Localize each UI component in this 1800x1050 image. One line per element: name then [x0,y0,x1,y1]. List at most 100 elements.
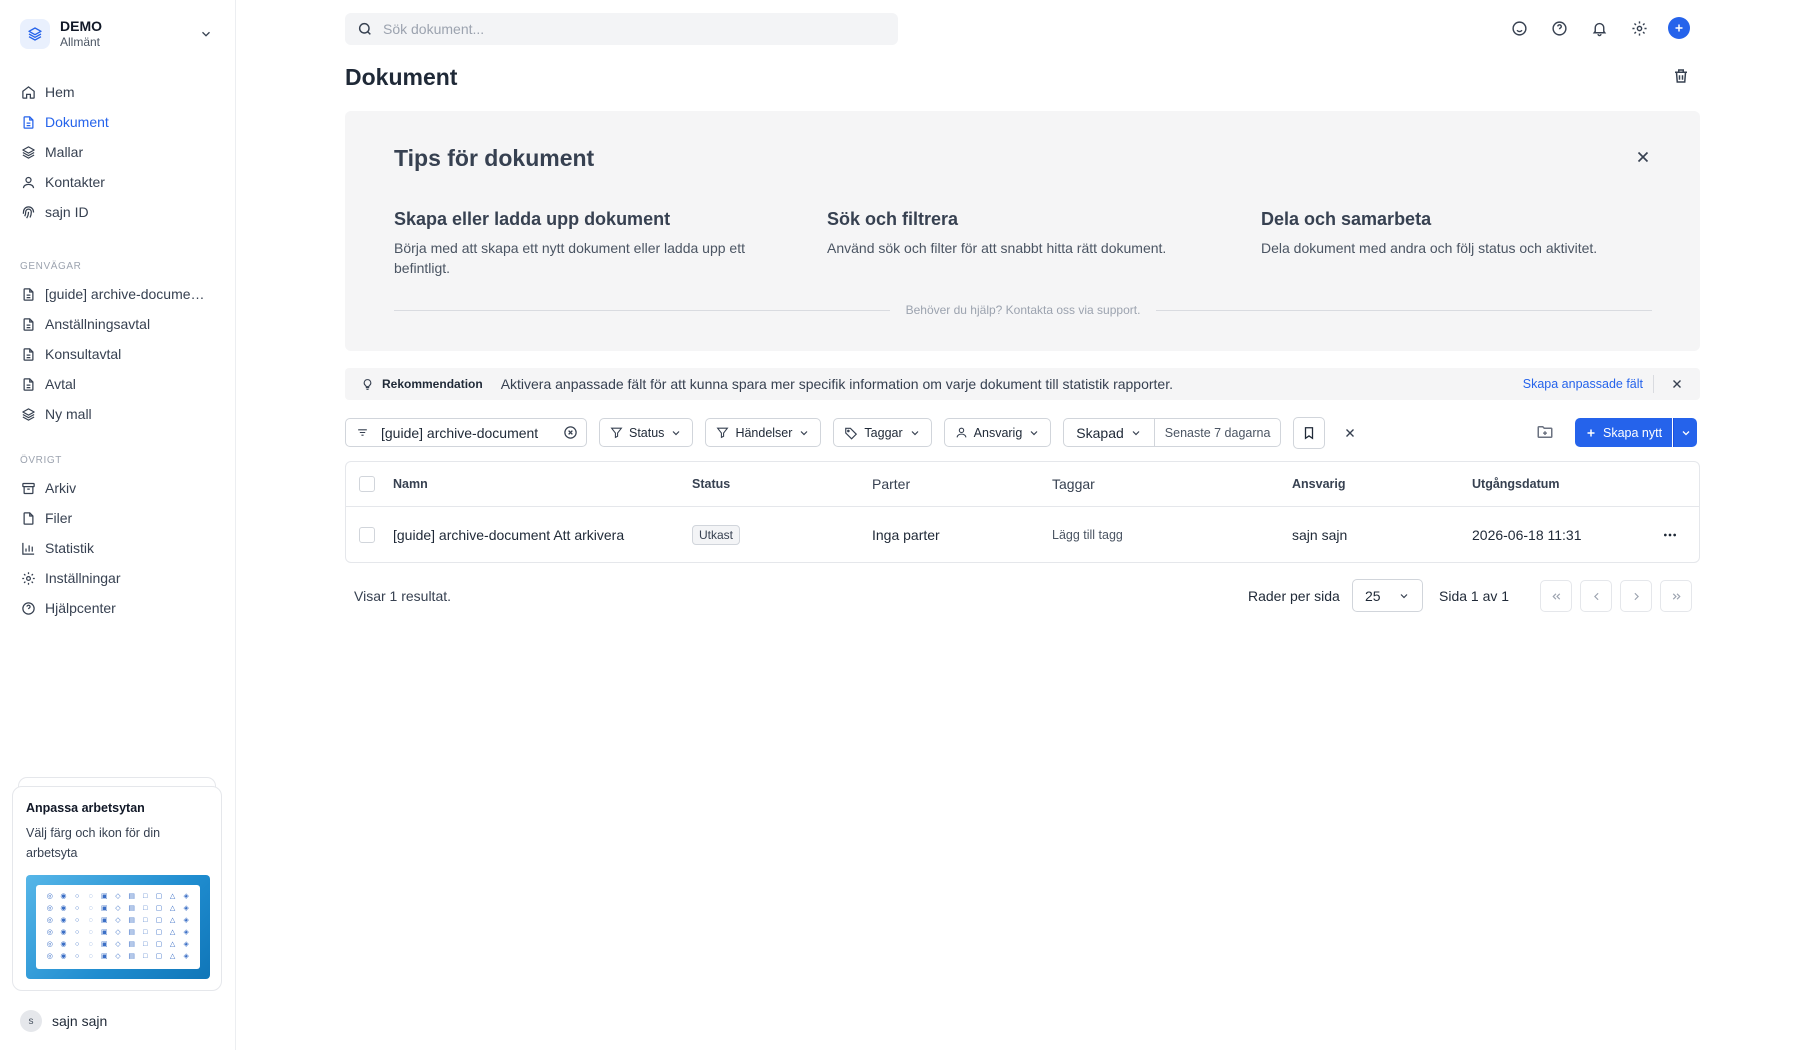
palette-glyph-icon: △ [169,917,176,924]
palette-glyph-icon: ◇ [115,917,121,924]
chevron-down-icon [1028,427,1040,439]
create-new-button[interactable]: Skapa nytt [1575,418,1673,447]
plus-icon [1585,427,1597,439]
first-page-button[interactable] [1540,580,1572,612]
palette-glyph-icon: ◈ [183,905,189,912]
column-header-parties[interactable]: Parter [872,462,910,506]
palette-glyph-icon: ◈ [183,929,189,936]
workspace-switcher[interactable]: DEMO Allmänt [20,16,216,52]
close-icon[interactable] [1634,148,1652,166]
trash-icon[interactable] [1672,67,1690,85]
select-all-cell [359,462,375,506]
column-header-name[interactable]: Namn [393,462,428,506]
chevrons-right-icon [1670,590,1683,603]
row-checkbox[interactable] [359,527,375,543]
chevron-down-icon [196,24,216,44]
close-icon[interactable] [1670,377,1684,391]
palette-glyph-icon: ▤ [128,953,135,960]
more-horizontal-icon[interactable] [1662,527,1678,543]
document-name[interactable]: [guide] archive-document Att arkivera [393,507,624,563]
sidebar-item-shortcut[interactable]: [guide] archive-docume… [20,279,220,309]
search-bar[interactable] [345,13,898,45]
created-range-filter[interactable]: Senaste 7 dagarna [1154,418,1282,447]
palette-glyph-icon: ▣ [101,917,108,924]
rows-per-page-select[interactable]: 25 [1352,579,1423,612]
recommendation-label: Rekommendation [382,377,483,391]
palette-glyph-icon: ▤ [128,941,135,948]
recommendation-banner: Rekommendation Aktivera anpassade fält f… [345,368,1700,400]
create-custom-fields-link[interactable]: Skapa anpassade fält [1523,377,1643,391]
column-header-responsible[interactable]: Ansvarig [1292,462,1346,506]
last-page-button[interactable] [1660,580,1692,612]
sidebar-item-shortcut[interactable]: Ny mall [20,399,220,429]
search-input[interactable] [383,21,898,37]
sidebar-item-contacts[interactable]: Kontakter [20,167,220,197]
folder-icon[interactable] [1536,423,1554,441]
select-all-checkbox[interactable] [359,476,375,492]
chevron-right-icon [1630,590,1643,603]
column-header-status[interactable]: Status [692,462,730,506]
sidebar-item-templates[interactable]: Mallar [20,137,220,167]
sidebar-item-settings[interactable]: Inställningar [20,563,220,593]
sidebar-item-sajn-id[interactable]: sajn ID [20,197,220,227]
sidebar-item-archive[interactable]: Arkiv [20,473,220,503]
add-icon[interactable] [1668,17,1690,39]
next-page-button[interactable] [1620,580,1652,612]
palette-glyph-icon: ◈ [183,917,189,924]
user-name: sajn sajn [52,1013,108,1029]
palette-glyph-icon: ▢ [155,917,163,924]
status-filter-label: Status [629,425,665,440]
clear-circle-icon[interactable] [563,425,578,440]
page-title: Dokument [345,64,458,90]
palette-glyph-icon: ○ [74,941,80,948]
chevron-down-icon [670,427,682,439]
sidebar-item-label: Dokument [45,114,109,130]
filter-search-input[interactable]: [guide] archive-document [345,418,587,447]
sidebar-item-shortcut[interactable]: Konsultavtal [20,339,220,369]
tags-filter[interactable]: Taggar [833,418,932,447]
gear-icon[interactable] [1628,17,1650,39]
palette-glyph-icon: ▣ [101,953,108,960]
customize-workspace-card[interactable]: Anpassa arbetsytan Välj färg och ikon fö… [12,786,222,991]
sidebar-item-shortcut[interactable]: Anställningsavtal [20,309,220,339]
funnel-icon [716,426,729,439]
sidebar-item-shortcut[interactable]: Avtal [20,369,220,399]
tags-cell: Lägg till tagg [1052,507,1123,563]
sidebar-item-files[interactable]: Filer [20,503,220,533]
sidebar-item-label: Hem [45,84,75,100]
smiley-icon[interactable] [1508,17,1530,39]
events-filter[interactable]: Händelser [705,418,822,447]
sidebar-item-home[interactable]: Hem [20,77,220,107]
help-icon[interactable] [1548,17,1570,39]
palette-glyph-icon: ◉ [60,893,67,900]
sidebar-item-label: Arkiv [45,480,77,496]
clear-filters-icon[interactable] [1343,426,1357,440]
palette-glyph-icon: △ [169,905,176,912]
previous-page-button[interactable] [1580,580,1612,612]
add-tag-button[interactable]: Lägg till tagg [1052,528,1123,542]
palette-glyph-icon: △ [169,941,176,948]
sidebar: DEMO Allmänt Hem Dokument Mallar Kontakt… [0,0,236,1050]
palette-glyph-icon: ◌ [88,917,93,924]
sidebar-item-documents[interactable]: Dokument [20,107,220,137]
column-header-tags[interactable]: Taggar [1052,462,1095,506]
column-header-expiry[interactable]: Utgångsdatum [1472,462,1560,506]
table-row[interactable]: [guide] archive-document Att arkivera Ut… [346,507,1699,563]
sidebar-item-statistics[interactable]: Statistik [20,533,220,563]
palette-glyph-icon: □ [143,917,148,924]
status-filter[interactable]: Status [599,418,694,447]
bell-icon[interactable] [1588,17,1610,39]
created-filter[interactable]: Skapad [1063,418,1155,447]
palette-glyph-icon: □ [143,893,148,900]
save-filter-button[interactable] [1293,416,1326,449]
palette-glyph-icon: ◎ [46,953,53,960]
sidebar-item-label: Konsultavtal [45,346,122,362]
palette-glyph-icon: ◎ [46,893,53,900]
palette-glyph-icon: ◈ [183,893,189,900]
create-new-dropdown[interactable] [1673,418,1698,447]
responsible-filter[interactable]: Ansvarig [943,418,1052,447]
chevron-down-icon [1130,427,1142,439]
sidebar-item-help[interactable]: Hjälpcenter [20,593,220,623]
user-menu[interactable]: s sajn sajn [20,1010,107,1032]
tip-share: Dela och samarbeta Dela dokument med and… [1261,209,1651,258]
